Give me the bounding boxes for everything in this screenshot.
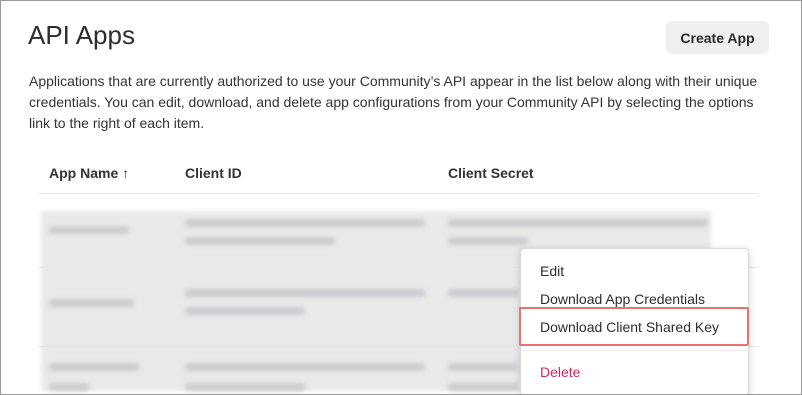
redacted-row — [185, 237, 335, 245]
redacted-row — [185, 219, 425, 227]
page-description: Applications that are currently authoriz… — [29, 73, 758, 131]
redacted-row — [49, 299, 134, 307]
redacted-row — [49, 226, 129, 234]
redacted-row — [448, 363, 518, 371]
menu-divider — [521, 350, 748, 351]
redacted-row — [448, 383, 518, 391]
page-title: API Apps — [28, 20, 135, 50]
redacted-row — [49, 383, 89, 391]
menu-item-delete[interactable]: Delete — [540, 364, 580, 380]
menu-item-download-app-credentials[interactable]: Download App Credentials — [540, 291, 705, 307]
redacted-row — [49, 363, 139, 371]
redacted-row — [185, 363, 425, 371]
create-app-button[interactable]: Create App — [666, 21, 769, 54]
column-header-app-name[interactable]: App Name ↑ — [49, 165, 129, 181]
redacted-row — [448, 219, 708, 227]
api-apps-panel: API Apps Create App Applications that ar… — [0, 0, 802, 395]
redacted-row — [185, 307, 305, 315]
arrow-up-icon: ↑ — [122, 165, 130, 181]
column-header-client-secret[interactable]: Client Secret — [448, 165, 534, 181]
redacted-row — [185, 289, 425, 297]
redacted-row — [185, 383, 305, 391]
redacted-row — [448, 237, 528, 245]
menu-item-edit[interactable]: Edit — [540, 263, 564, 279]
menu-item-download-client-shared-key[interactable]: Download Client Shared Key — [540, 319, 719, 335]
column-header-client-id[interactable]: Client ID — [185, 165, 242, 181]
row-options-menu: Edit Download App Credentials Download C… — [520, 248, 749, 394]
redacted-row — [448, 289, 518, 297]
table-header: App Name ↑ Client ID Client Secret — [39, 151, 759, 194]
column-header-label: App Name — [49, 165, 119, 181]
